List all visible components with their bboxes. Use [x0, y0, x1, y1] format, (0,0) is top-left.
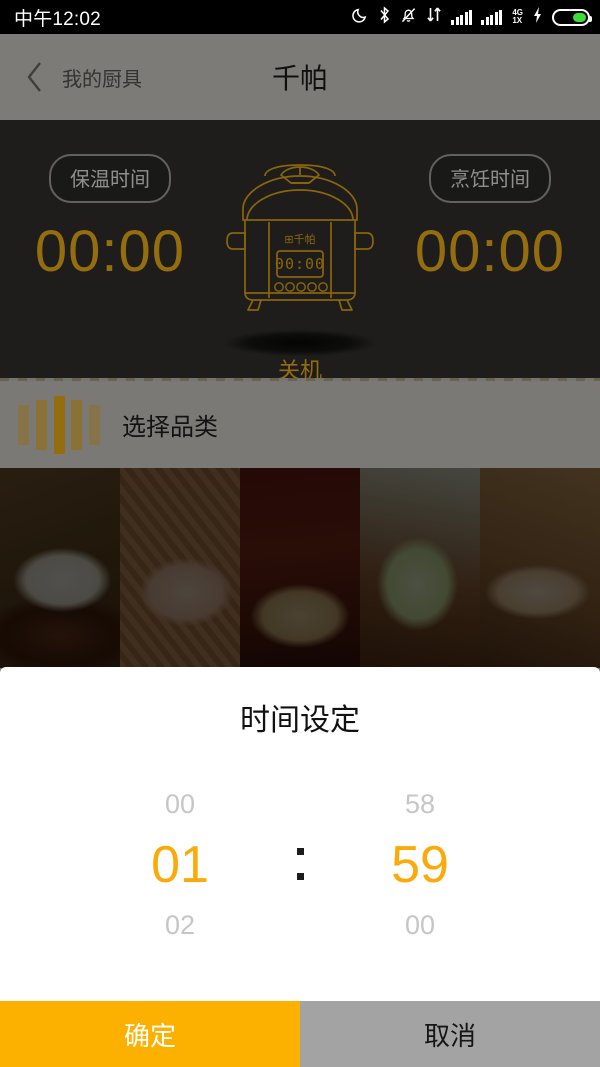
bell-muted-icon: [400, 6, 417, 29]
confirm-button[interactable]: 确定: [0, 1001, 300, 1067]
time-picker: 00 01 02 58 59 00: [0, 739, 600, 1001]
hours-selected-value[interactable]: 01: [90, 839, 270, 891]
hours-picker[interactable]: 00 01 02: [90, 791, 270, 939]
status-icon-tray: 4G 1X: [352, 5, 592, 29]
minutes-next-value[interactable]: 00: [330, 912, 510, 939]
hours-next-value[interactable]: 02: [90, 912, 270, 939]
app-root: 中午12:02 4G 1X 我的厨具 千帕 保温时间 00:00 ⊞千帕 00:…: [0, 0, 600, 1067]
time-setting-dialog: 时间设定 00 01 02 58 59 00 确定 取消: [0, 667, 600, 1067]
battery-icon: [552, 8, 592, 26]
status-clock: 中午12:02: [14, 8, 101, 30]
minutes-picker[interactable]: 58 59 00: [330, 791, 510, 939]
minutes-prev-value[interactable]: 58: [330, 791, 510, 818]
data-transfer-icon: [426, 6, 442, 28]
moon-dnd-icon: [352, 6, 369, 28]
minutes-selected-value[interactable]: 59: [330, 839, 510, 891]
network-type-secondary: 1X: [512, 16, 523, 25]
signal-bars-icon: [451, 9, 473, 25]
dialog-title: 时间设定: [240, 704, 360, 737]
network-type-icon: 4G 1X: [512, 8, 523, 26]
hours-prev-value[interactable]: 00: [90, 791, 270, 818]
cancel-button[interactable]: 取消: [300, 1001, 600, 1067]
charging-bolt-icon: [532, 6, 543, 29]
signal-bars-secondary-icon: [481, 9, 503, 25]
bluetooth-icon: [378, 5, 391, 29]
dialog-action-bar: 确定 取消: [0, 1001, 600, 1067]
status-bar: 中午12:02 4G 1X: [0, 0, 600, 34]
time-separator: [270, 848, 330, 882]
